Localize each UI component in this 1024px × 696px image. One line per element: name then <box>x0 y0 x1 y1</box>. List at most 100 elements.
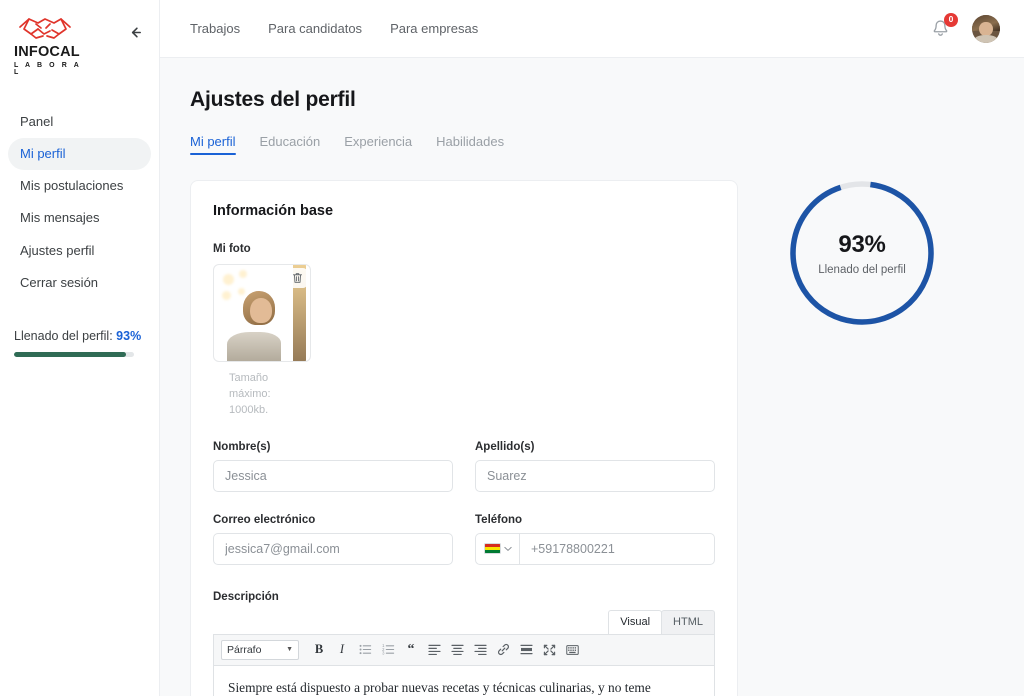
top-nav-trabajos[interactable]: Trabajos <box>190 21 240 36</box>
donut-center-labels: 93% Llenado del perfil <box>786 177 938 329</box>
brand-name: INFOCAL <box>14 44 80 60</box>
editor-content[interactable]: Siempre está dispuesto a probar nuevas r… <box>214 666 714 696</box>
chevron-down-icon: ▼ <box>286 646 293 654</box>
brand-logo[interactable]: INFOCAL L A B O R A L <box>14 12 92 76</box>
app-root: INFOCAL L A B O R A L Panel Mi perfil Mi… <box>0 0 1024 696</box>
link-glyph <box>497 644 509 656</box>
photo-bokeh <box>222 273 234 285</box>
sidebar-item-panel[interactable]: Panel <box>8 106 151 138</box>
notifications-button[interactable]: 0 <box>930 12 958 40</box>
first-name-label: Nombre(s) <box>213 440 271 453</box>
description-paragraph: Siempre está dispuesto a probar nuevas r… <box>228 679 651 695</box>
top-nav-para-empresas[interactable]: Para empresas <box>390 21 478 36</box>
email-group: Correo electrónico <box>213 514 453 565</box>
content-inner: Ajustes del perfil Mi perfil Educación E… <box>160 88 1024 696</box>
read-more-icon[interactable] <box>516 640 536 660</box>
numbered-list-glyph: 123 <box>382 644 394 656</box>
first-name-group: Nombre(s) <box>213 441 453 492</box>
italic-icon[interactable]: I <box>332 640 352 660</box>
phone-input-wrap <box>475 532 715 565</box>
arrow-left-glyph <box>131 26 141 38</box>
blockquote-icon[interactable]: “ <box>401 640 421 660</box>
brand-subtitle: L A B O R A L <box>14 61 82 76</box>
card-title: Información base <box>213 203 334 219</box>
page-content: Ajustes del perfil Mi perfil Educación E… <box>160 58 1024 696</box>
paragraph-format-value: Párrafo <box>227 643 262 656</box>
profile-photo[interactable] <box>213 264 311 362</box>
contact-row: Correo electrónico Teléfono <box>213 514 715 565</box>
fullscreen-glyph <box>543 644 555 656</box>
sidebar-item-mi-perfil[interactable]: Mi perfil <box>8 137 151 171</box>
fullscreen-icon[interactable] <box>539 640 559 660</box>
sidebar-item-cerrar-sesion[interactable]: Cerrar sesión <box>8 267 151 299</box>
align-left-glyph <box>427 645 441 656</box>
top-bar-actions: 0 <box>930 12 1000 43</box>
tab-mi-perfil[interactable]: Mi perfil <box>190 134 236 155</box>
notification-count-badge: 0 <box>944 12 958 27</box>
description-block: Descripción Visual HTML Párrafo ▼ B I 1 … <box>213 591 715 696</box>
editor-tab-visual[interactable]: Visual <box>608 609 663 634</box>
sidebar-item-mis-postulaciones[interactable]: Mis postulaciones <box>8 170 151 202</box>
photo-person-body <box>227 332 282 361</box>
country-select[interactable] <box>475 532 519 565</box>
photo-bokeh <box>238 288 245 296</box>
sidebar-progress-label: Llenado del perfil: 93% <box>14 329 145 343</box>
sidebar-progress: Llenado del perfil: 93% <box>0 315 159 358</box>
profile-completion-donut: 93% Llenado del perfil <box>786 177 938 329</box>
phone-label: Teléfono <box>475 513 523 526</box>
last-name-input[interactable] <box>475 459 715 492</box>
editor-toolbar: Párrafo ▼ B I 1 2 3 “ <box>214 634 714 666</box>
sidebar-header: INFOCAL L A B O R A L <box>0 0 159 76</box>
sidebar: INFOCAL L A B O R A L Panel Mi perfil Mi… <box>0 0 160 696</box>
bulleted-list-icon[interactable] <box>355 640 375 660</box>
photo-person-face <box>250 297 272 323</box>
insert-link-icon[interactable] <box>493 640 513 660</box>
body-row: Información base Mi foto Tamaño máximo: … <box>190 180 998 696</box>
rich-text-editor: Párrafo ▼ B I 1 2 3 “ Siempre está dispu… <box>213 633 715 696</box>
align-right-icon[interactable] <box>470 640 490 660</box>
bulleted-list-glyph <box>359 645 371 655</box>
toolbar-toggle-glyph <box>565 644 579 655</box>
top-bar: Trabajos Para candidatos Para empresas 0 <box>160 0 1024 58</box>
phone-group: Teléfono <box>475 514 715 565</box>
avatar[interactable] <box>972 14 1000 43</box>
email-label: Correo electrónico <box>213 513 316 526</box>
read-more-glyph <box>519 645 533 655</box>
handshake-icon <box>19 18 71 39</box>
photo-bokeh <box>221 290 231 300</box>
chevron-down-icon <box>503 546 512 551</box>
trash-glyph <box>292 273 302 283</box>
top-nav-para-candidatos[interactable]: Para candidatos <box>268 21 362 36</box>
editor-tab-html[interactable]: HTML <box>661 609 715 634</box>
numbered-list-icon[interactable]: 123 <box>378 640 398 660</box>
donut-caption: Llenado del perfil <box>818 263 906 276</box>
email-field[interactable] <box>213 532 453 565</box>
bold-icon[interactable]: B <box>309 640 329 660</box>
sidebar-item-ajustes-perfil[interactable]: Ajustes perfil <box>8 235 151 267</box>
paragraph-format-select[interactable]: Párrafo ▼ <box>221 639 299 660</box>
photo-bokeh <box>238 269 247 278</box>
arrow-left-icon[interactable] <box>125 22 145 42</box>
phone-input[interactable] <box>519 532 715 565</box>
trash-icon[interactable] <box>287 268 307 288</box>
first-name-input[interactable] <box>213 459 453 492</box>
sidebar-item-mis-mensajes[interactable]: Mis mensajes <box>8 202 151 234</box>
tab-educacion[interactable]: Educación <box>260 134 321 155</box>
align-center-glyph <box>450 645 464 656</box>
tab-habilidades[interactable]: Habilidades <box>436 134 504 155</box>
tab-experiencia[interactable]: Experiencia <box>344 134 412 155</box>
sidebar-nav: Panel Mi perfil Mis postulaciones Mis me… <box>0 106 159 300</box>
align-right-glyph <box>473 645 487 656</box>
sidebar-progress-track <box>14 352 134 358</box>
align-center-icon[interactable] <box>447 640 467 660</box>
last-name-group: Apellido(s) <box>475 441 715 492</box>
main-area: Trabajos Para candidatos Para empresas 0 <box>160 0 1024 696</box>
svg-text:3: 3 <box>382 651 385 656</box>
base-info-card: Información base Mi foto Tamaño máximo: … <box>190 180 738 696</box>
avatar-body <box>974 34 998 43</box>
page-title: Ajustes del perfil <box>190 88 356 111</box>
align-left-icon[interactable] <box>424 640 444 660</box>
toolbar-toggle-icon[interactable] <box>562 640 582 660</box>
top-nav: Trabajos Para candidatos Para empresas <box>190 21 478 36</box>
profile-tabs: Mi perfil Educación Experiencia Habilida… <box>190 134 998 155</box>
